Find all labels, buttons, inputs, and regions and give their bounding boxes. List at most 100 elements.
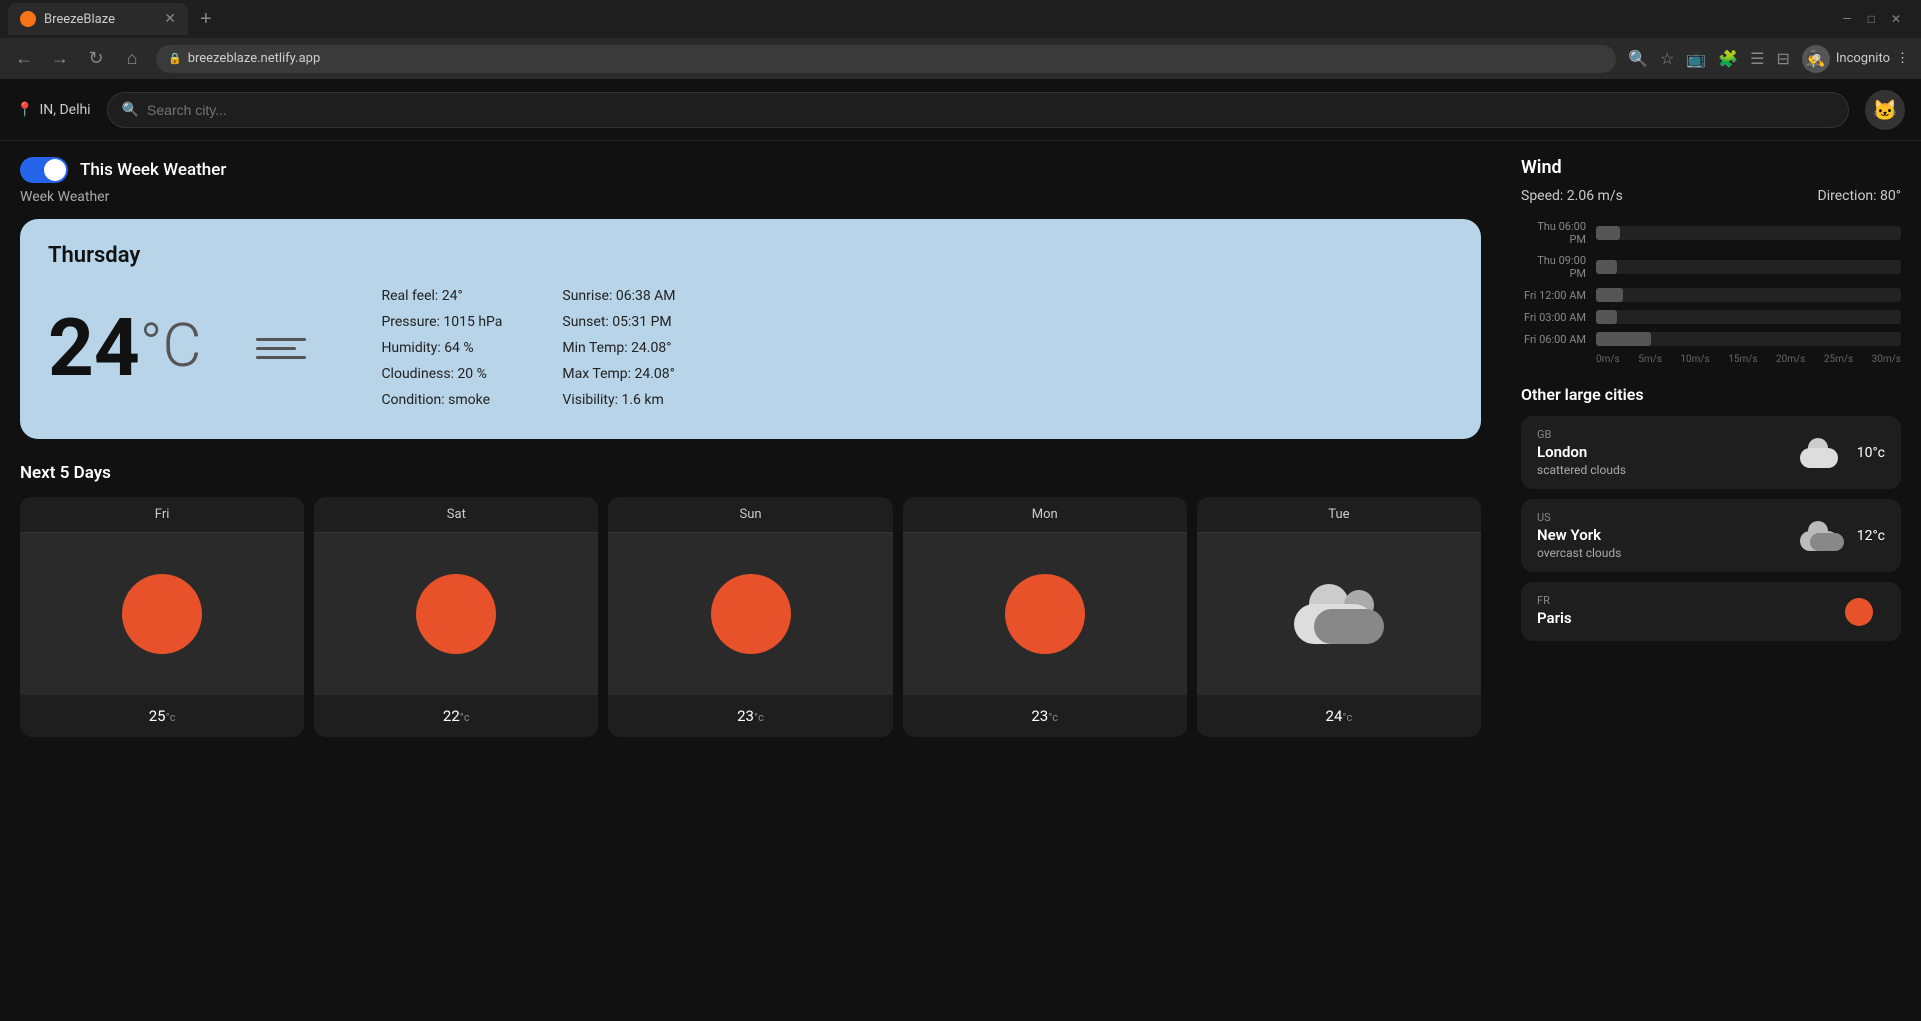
new-tab-button[interactable]: +: [192, 4, 220, 35]
search-bar[interactable]: 🔍: [107, 92, 1849, 128]
new-york-temp: 12°c: [1857, 528, 1885, 544]
current-day: Thursday: [48, 243, 1453, 268]
home-button[interactable]: ⌂: [120, 48, 144, 69]
day-card-fri[interactable]: Fri 25°c: [20, 497, 304, 737]
wind-label-fri-6am: Fri 06:00 AM: [1521, 333, 1586, 346]
tab-close-button[interactable]: ✕: [164, 11, 176, 27]
max-temp: Max Temp: 24.08°: [562, 366, 675, 382]
wind-line-3: [256, 356, 306, 359]
days-grid: Fri 25°c Sat 22°c Sun: [20, 497, 1481, 737]
london-cloud-icon: [1800, 438, 1845, 468]
humidity: Humidity: 64 %: [381, 340, 502, 356]
sunset: Sunset: 05:31 PM: [562, 314, 675, 330]
axis-5: 5m/s: [1638, 354, 1662, 365]
wind-track-fri-6am: [1596, 332, 1901, 346]
app-header: 📍 IN, Delhi 🔍 🐱: [0, 80, 1921, 141]
weather-card: Thursday 24 °C: [20, 219, 1481, 439]
wind-bar-fri-3am: Fri 03:00 AM: [1521, 310, 1901, 324]
wind-direction-label: Direction: 80°: [1818, 188, 1902, 204]
tab-groups-icon[interactable]: ⊟: [1776, 49, 1789, 68]
url-input[interactable]: 🔒 breezeblaze.netlify.app: [156, 45, 1616, 73]
paris-info: FR Paris: [1537, 594, 1572, 629]
wind-label-fri-3am: Fri 03:00 AM: [1521, 311, 1586, 324]
reload-button[interactable]: ↻: [84, 48, 108, 69]
user-avatar[interactable]: 🐱: [1865, 90, 1905, 130]
incognito-label: Incognito: [1836, 51, 1890, 66]
city-card-paris[interactable]: FR Paris: [1521, 582, 1901, 641]
day-mon-body: [903, 533, 1187, 695]
cities-title: Other large cities: [1521, 385, 1901, 404]
window-close-button[interactable]: ✕: [1891, 12, 1901, 26]
week-weather-section-title: Week Weather: [20, 189, 1481, 205]
condition: Condition: smoke: [381, 392, 502, 408]
back-button[interactable]: ←: [12, 48, 36, 69]
sun-sun-icon: [711, 574, 791, 654]
real-feel: Real feel: 24°: [381, 288, 502, 304]
toggle-track: [20, 157, 68, 183]
wind-track-thu-9pm: [1596, 260, 1901, 274]
new-york-cloud-icon: [1800, 521, 1845, 551]
active-tab[interactable]: BreezeBlaze ✕: [8, 3, 188, 35]
window-minimize-button[interactable]: —: [1842, 12, 1851, 26]
cast-icon[interactable]: 📺: [1686, 49, 1706, 68]
day-fri-label: Fri: [20, 497, 304, 533]
next-days-title: Next 5 Days: [20, 463, 1481, 483]
pressure: Pressure: 1015 hPa: [381, 314, 502, 330]
wind-speed-label: Speed: 2.06 m/s: [1521, 188, 1623, 204]
day-card-mon[interactable]: Mon 23°c: [903, 497, 1187, 737]
paris-right: [1845, 598, 1885, 626]
chrome-menu-button[interactable]: ⋮: [1896, 51, 1909, 66]
day-fri-temp: 25°c: [20, 695, 304, 737]
wind-bar-thu-6pm: Thu 06:00 PM: [1521, 220, 1901, 246]
day-tue-label: Tue: [1197, 497, 1481, 533]
day-card-tue[interactable]: Tue 24°c: [1197, 497, 1481, 737]
wind-fill-fri-6am: [1596, 332, 1651, 346]
wind-track-thu-6pm: [1596, 226, 1901, 240]
day-tue-temp: 24°c: [1197, 695, 1481, 737]
weather-condition-icon-area: [241, 338, 321, 359]
browser-chrome: BreezeBlaze ✕ + — □ ✕ ← → ↻ ⌂ 🔒 breezebl…: [0, 0, 1921, 80]
window-maximize-button[interactable]: □: [1868, 12, 1875, 26]
address-bar: ← → ↻ ⌂ 🔒 breezeblaze.netlify.app 🔍 ☆ 📺 …: [0, 38, 1921, 80]
axis-0: 0m/s: [1596, 354, 1620, 365]
location-badge: 📍 IN, Delhi: [16, 102, 91, 118]
wind-fill-thu-6pm: [1596, 226, 1620, 240]
weather-card-body: 24 °C Real feel: 24° Pressure: 1: [48, 288, 1453, 408]
wind-label-thu-6pm: Thu 06:00 PM: [1521, 220, 1586, 246]
day-card-sun[interactable]: Sun 23°c: [608, 497, 892, 737]
extensions-icon[interactable]: 🧩: [1718, 49, 1738, 68]
app-container: 📍 IN, Delhi 🔍 🐱 This Week Weather Wee: [0, 80, 1921, 1021]
day-sat-temp: 22°c: [314, 695, 598, 737]
sat-sun-icon: [416, 574, 496, 654]
tab-favicon-icon: [20, 11, 36, 27]
week-weather-toggle[interactable]: [20, 157, 68, 183]
axis-15: 15m/s: [1728, 354, 1757, 365]
day-tue-body: [1197, 533, 1481, 695]
day-card-sat[interactable]: Sat 22°c: [314, 497, 598, 737]
axis-25: 25m/s: [1824, 354, 1853, 365]
city-card-new-york[interactable]: US New York overcast clouds 12°c: [1521, 499, 1901, 572]
current-location: IN, Delhi: [39, 102, 90, 118]
city-search-input[interactable]: [147, 102, 1834, 118]
wind-bar-fri-6am: Fri 06:00 AM: [1521, 332, 1901, 346]
wind-track-fri-3am: [1596, 310, 1901, 324]
menu-icon[interactable]: ☰: [1750, 49, 1764, 68]
forward-button[interactable]: →: [48, 48, 72, 69]
search-icon[interactable]: 🔍: [1628, 49, 1648, 68]
left-panel: This Week Weather Week Weather Thursday …: [0, 141, 1501, 1021]
wind-fill-fri-3am: [1596, 310, 1617, 324]
day-mon-temp: 23°c: [903, 695, 1187, 737]
london-temp: 10°c: [1857, 445, 1885, 461]
london-info: GB London scattered clouds: [1537, 428, 1626, 477]
search-icon: 🔍: [122, 102, 139, 118]
min-temp: Min Temp: 24.08°: [562, 340, 675, 356]
sunrise: Sunrise: 06:38 AM: [562, 288, 675, 304]
axis-30: 30m/s: [1872, 354, 1901, 365]
browser-actions: 🔍 ☆ 📺 🧩 ☰ ⊟: [1628, 49, 1790, 68]
new-york-name: New York: [1537, 526, 1621, 544]
city-card-london[interactable]: GB London scattered clouds 10°c: [1521, 416, 1901, 489]
star-icon[interactable]: ☆: [1660, 49, 1674, 68]
wind-line-1: [256, 338, 306, 341]
new-york-info: US New York overcast clouds: [1537, 511, 1621, 560]
visibility: Visibility: 1.6 km: [562, 392, 675, 408]
